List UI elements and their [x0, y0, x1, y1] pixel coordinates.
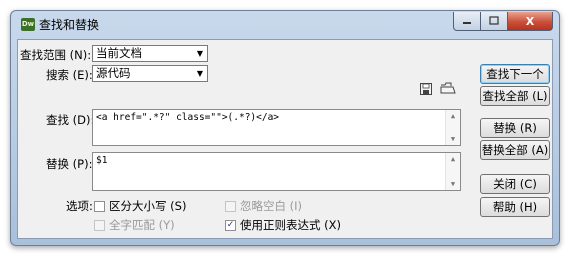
minimize-icon — [463, 22, 471, 24]
replace-all-button[interactable]: 替换全部 (A) — [480, 140, 550, 160]
checkbox-checked-icon[interactable]: ✓ — [225, 219, 236, 231]
match-case-label: 区分大小写 (S) — [109, 199, 187, 213]
search-select[interactable]: 源代码 ▼ — [92, 65, 208, 82]
search-label: 搜索 (E): — [46, 68, 93, 82]
ignore-whitespace-checkbox: 忽略空白 (I) — [225, 198, 302, 214]
checkbox-box — [225, 200, 236, 212]
dreamweaver-app-icon: Dw — [21, 18, 35, 31]
find-textarea[interactable]: <a href=".*?" class="">(.*?)</a> ▲ ▼ — [92, 109, 461, 146]
scroll-down-icon: ▼ — [450, 180, 456, 188]
match-case-checkbox[interactable]: 区分大小写 (S) — [94, 198, 186, 214]
use-regex-label: 使用正则表达式 (X) — [240, 218, 342, 232]
checkbox-box — [94, 219, 105, 231]
scroll-down-icon: ▼ — [450, 135, 456, 143]
minimize-button[interactable] — [453, 12, 481, 31]
replace-button[interactable]: 替换 (R) — [480, 118, 550, 138]
open-folder-icon[interactable] — [440, 82, 456, 95]
whole-word-label: 全字匹配 (Y) — [109, 218, 175, 232]
find-next-button[interactable]: 查找下一个 (F) — [480, 64, 550, 99]
find-textarea-value: <a href=".*?" class="">(.*?)</a> — [96, 112, 280, 123]
maximize-icon — [489, 16, 499, 25]
dialog-body: 查找范围 (N): 当前文档 ▼ 搜索 (E): 源代码 ▼ 查找 (D): <… — [17, 39, 553, 239]
replace-textarea[interactable]: $1 ▲ ▼ — [92, 152, 461, 191]
whole-word-checkbox: 全字匹配 (Y) — [94, 217, 175, 233]
use-regex-checkbox[interactable]: ✓ 使用正则表达式 (X) — [225, 217, 341, 233]
maximize-button[interactable] — [481, 12, 508, 31]
title-bar[interactable]: Dw 查找和替换 X — [11, 11, 559, 39]
help-button[interactable]: 帮助 (H) — [480, 197, 550, 217]
options-label: 选项: — [66, 199, 93, 213]
chevron-down-icon: ▼ — [196, 49, 203, 58]
replace-textarea-value: $1 — [96, 155, 108, 166]
close-button[interactable]: 关闭 (C) — [480, 174, 550, 194]
window-controls: X — [453, 12, 553, 31]
scroll-up-icon: ▲ — [450, 112, 456, 120]
save-icon[interactable] — [420, 83, 432, 95]
find-all-button[interactable]: 查找全部 (L) — [480, 86, 550, 106]
checkbox-box[interactable] — [94, 200, 105, 212]
replace-label: 替换 (P): — [46, 157, 93, 171]
scope-label: 查找范围 (N): — [20, 48, 92, 62]
find-replace-dialog: Dw 查找和替换 X 查找范围 (N): 当前文档 ▼ 搜索 (E): 源代码 … — [10, 10, 560, 246]
ignore-whitespace-label: 忽略空白 (I) — [240, 199, 303, 213]
chevron-down-icon: ▼ — [196, 69, 203, 78]
replace-scrollbar[interactable]: ▲ ▼ — [445, 153, 460, 190]
scroll-up-icon: ▲ — [450, 155, 456, 163]
scope-select-value: 当前文档 — [96, 46, 142, 60]
dialog-title: 查找和替换 — [39, 18, 100, 32]
scope-select[interactable]: 当前文档 ▼ — [92, 45, 208, 62]
find-label: 查找 (D): — [46, 113, 95, 127]
search-select-value: 源代码 — [96, 66, 131, 80]
find-scrollbar[interactable]: ▲ ▼ — [445, 110, 460, 145]
close-window-button[interactable]: X — [508, 12, 553, 31]
